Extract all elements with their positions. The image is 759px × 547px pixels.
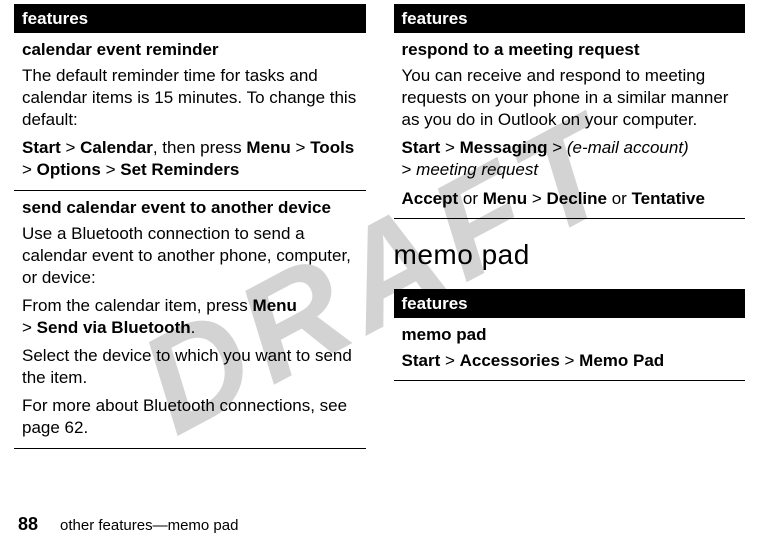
path-step: Accessories: [460, 351, 560, 370]
path-sep: >: [440, 351, 459, 370]
path-placeholder: (e-mail account): [567, 138, 689, 157]
path-step: Menu: [483, 189, 527, 208]
path-sep: >: [560, 351, 579, 370]
path-sep: >: [291, 138, 310, 157]
row-title: calendar event reminder: [22, 39, 358, 61]
right-bottom-features-table: features memo pad Start > Accessories > …: [394, 289, 746, 381]
row-title: memo pad: [402, 324, 738, 346]
page-content: features calendar event reminder The def…: [0, 0, 759, 500]
row-text: or: [458, 189, 483, 208]
table-row: memo pad Start > Accessories > Memo Pad: [394, 318, 746, 381]
section-heading-memo-pad: memo pad: [394, 239, 746, 271]
row-body: Start > Accessories > Memo Pad: [402, 350, 738, 372]
left-features-table: features calendar event reminder The def…: [14, 4, 366, 449]
path-placeholder: meeting request: [416, 160, 538, 179]
left-column: features calendar event reminder The def…: [14, 4, 366, 500]
row-title: respond to a meeting request: [402, 39, 738, 61]
path-step: Tentative: [632, 189, 705, 208]
row-body: Start > Messaging > (e-mail account) > m…: [402, 137, 738, 181]
path-step: Options: [37, 160, 101, 179]
path-sep: >: [101, 160, 120, 179]
row-path: Start > Calendar, then press Menu > Tool…: [22, 137, 358, 181]
row-title: send calendar event to another device: [22, 197, 358, 219]
path-sep: >: [402, 160, 417, 179]
path-step: Menu: [253, 296, 297, 315]
table-header: features: [394, 291, 746, 318]
table-row: calendar event reminder The default remi…: [14, 33, 366, 191]
path-step: Menu: [246, 138, 290, 157]
path-sep: >: [22, 318, 37, 337]
path-step: Start: [402, 138, 441, 157]
right-top-features-table: features respond to a meeting request Yo…: [394, 4, 746, 219]
row-body: The default reminder time for tasks and …: [22, 65, 358, 131]
row-body: From the calendar item, press Menu > Sen…: [22, 295, 358, 339]
path-sep: >: [547, 138, 566, 157]
path-step: Set Reminders: [120, 160, 239, 179]
path-step: Send via Bluetooth: [37, 318, 191, 337]
table-row: send calendar event to another device Us…: [14, 191, 366, 449]
path-step: Messaging: [460, 138, 548, 157]
path-step: Accept: [402, 189, 459, 208]
right-column: features respond to a meeting request Yo…: [394, 4, 746, 500]
path-step: Start: [402, 351, 441, 370]
row-body: For more about Bluetooth connections, se…: [22, 395, 358, 439]
path-sep: >: [527, 189, 546, 208]
path-sep: >: [440, 138, 459, 157]
path-sep: >: [61, 138, 80, 157]
row-body: Use a Bluetooth connection to send a cal…: [22, 223, 358, 289]
row-body: Accept or Menu > Decline or Tentative: [402, 188, 738, 210]
path-step: Start: [22, 138, 61, 157]
path-step: Decline: [547, 189, 607, 208]
table-header: features: [394, 6, 746, 33]
row-body: Select the device to which you want to s…: [22, 345, 358, 389]
path-step: Tools: [310, 138, 354, 157]
row-text: or: [607, 189, 632, 208]
row-text: .: [191, 318, 196, 337]
page-number: 88: [18, 514, 38, 535]
path-text: , then press: [153, 138, 247, 157]
path-sep: >: [22, 160, 37, 179]
row-text: From the calendar item, press: [22, 296, 253, 315]
breadcrumb: other features—memo pad: [60, 517, 238, 534]
row-body: You can receive and respond to meeting r…: [402, 65, 738, 131]
path-step: Memo Pad: [579, 351, 664, 370]
table-header: features: [14, 6, 366, 33]
table-row: respond to a meeting request You can rec…: [394, 33, 746, 219]
page-footer: 88 other features—memo pad: [18, 514, 238, 535]
path-step: Calendar: [80, 138, 153, 157]
